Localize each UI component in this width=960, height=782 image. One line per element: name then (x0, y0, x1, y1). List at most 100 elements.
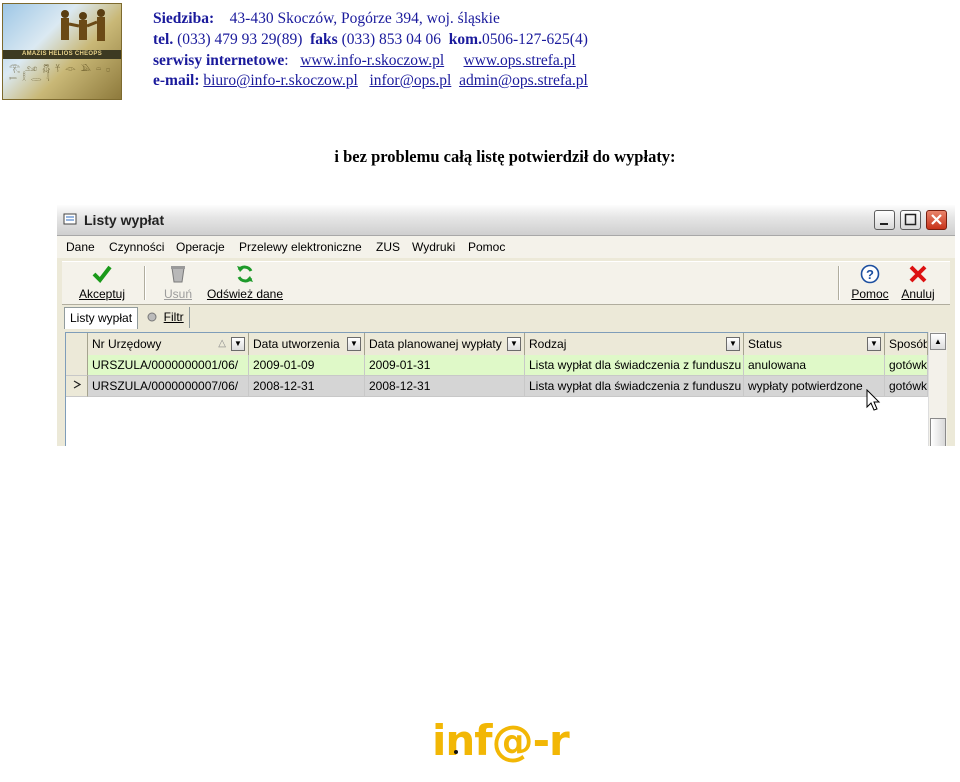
cell-kind[interactable]: Lista wypłat dla świadczenia z funduszu (525, 376, 744, 397)
filter-dropdown-icon[interactable]: ▼ (867, 337, 881, 351)
filter-dropdown-icon[interactable]: ▼ (347, 337, 361, 351)
maximize-icon (904, 213, 917, 226)
column-header-planned[interactable]: Data planowanej wypłaty ▼ (365, 333, 525, 355)
sort-ascending-icon: △ (218, 338, 226, 349)
cell-nr[interactable]: URSZULA/0000000001/06/ (88, 355, 249, 376)
column-label-status: Status (748, 337, 783, 351)
mobile-label: kom. (448, 31, 482, 48)
column-header-status[interactable]: Status ▼ (744, 333, 885, 355)
help-label: Pomoc (851, 287, 889, 301)
menu-przelewy[interactable]: Przelewy elektroniczne (239, 240, 362, 254)
minimize-button[interactable] (874, 210, 895, 230)
lists-grid: Nr Urzędowy △ ▼ Data utworzenia ▼ Data p… (65, 332, 929, 446)
cell-status[interactable]: anulowana (744, 355, 885, 376)
app-window: Listy wypłat Dane Czynności Operacje Prz… (57, 205, 955, 446)
menu-wydruki[interactable]: Wydruki (412, 240, 455, 254)
close-button[interactable] (926, 210, 947, 230)
row-selector[interactable] (66, 355, 88, 376)
toolbar: Akceptuj Usuń Odśwież dane ? Pomoc Anulu… (62, 261, 950, 305)
delete-button[interactable]: Usuń (158, 264, 198, 302)
cell-planned[interactable]: 2009-01-31 (365, 355, 525, 376)
web-link-info-r[interactable]: www.info-r.skoczow.pl (300, 52, 444, 69)
refresh-label: Odśwież dane (206, 287, 284, 301)
footer-logo: inf@-r (432, 716, 578, 770)
cell-status[interactable]: wypłaty potwierdzone (744, 376, 885, 397)
cell-created[interactable]: 2008-12-31 (249, 376, 365, 397)
fax-label: faks (310, 31, 338, 48)
mobile-text: 0506-127-625(4) (481, 31, 588, 48)
menu-pomoc[interactable]: Pomoc (468, 240, 505, 254)
cell-created[interactable]: 2009-01-09 (249, 355, 365, 376)
window-title: Listy wypłat (84, 212, 165, 228)
filter-dropdown-icon[interactable]: ▼ (507, 337, 521, 351)
menu-operacje[interactable]: Operacje (176, 240, 225, 254)
column-header-kind[interactable]: Rodzaj ▼ (525, 333, 744, 355)
header-address-line: Siedziba: 43-430 Skoczów, Pogórze 394, w… (153, 9, 500, 29)
column-header-nr[interactable]: Nr Urzędowy △ ▼ (88, 333, 249, 355)
logo-band-text: AMAZIS HELIOS CHEOPS (3, 50, 121, 59)
footer-dot (454, 750, 458, 754)
fax-text: (033) 853 04 06 (341, 31, 442, 48)
cancel-button[interactable]: Anuluj (896, 264, 940, 302)
email-link-infor[interactable]: infor@ops.pl (369, 72, 451, 89)
minimize-icon (880, 223, 888, 225)
menu-zus[interactable]: ZUS (376, 240, 400, 254)
menu-czynnosci[interactable]: Czynności (109, 240, 164, 254)
mouse-cursor-icon (866, 389, 881, 411)
scroll-up-icon[interactable]: ▲ (930, 333, 946, 350)
column-header-method[interactable]: Sposób (885, 333, 928, 355)
maximize-button[interactable] (900, 210, 921, 230)
cell-planned[interactable]: 2008-12-31 (365, 376, 525, 397)
grid-header-rowsel (66, 333, 88, 355)
menu-bar: Dane Czynności Operacje Przelewy elektro… (57, 236, 955, 258)
table-row[interactable]: URSZULA/0000000007/06/ 2008-12-31 2008-1… (66, 376, 928, 397)
refresh-icon (237, 265, 253, 283)
table-row[interactable]: URSZULA/0000000001/06/ 2009-01-09 2009-0… (66, 355, 928, 376)
header-email-line: e-mail: biuro@info-r.skoczow.pl infor@op… (153, 71, 588, 91)
column-header-created[interactable]: Data utworzenia ▼ (249, 333, 365, 355)
cell-method[interactable]: gotówk (885, 376, 928, 397)
checkmark-icon (92, 265, 112, 284)
tab-lists[interactable]: Listy wypłat (64, 307, 139, 329)
accept-button[interactable]: Akceptuj (72, 264, 132, 302)
menu-dane[interactable]: Dane (66, 240, 95, 254)
tel-text: (033) 479 93 29(89) (177, 31, 303, 48)
cell-kind[interactable]: Lista wypłat dla świadczenia z funduszu (525, 355, 744, 376)
seat-label: Siedziba: (153, 10, 215, 27)
refresh-button[interactable]: Odśwież dane (204, 264, 286, 302)
current-row-arrow-icon (73, 380, 81, 389)
help-button[interactable]: ? Pomoc (848, 264, 892, 302)
cell-nr[interactable]: URSZULA/0000000007/06/ (88, 376, 249, 397)
column-label-nr: Nr Urzędowy (92, 337, 162, 351)
scroll-thumb[interactable] (930, 418, 946, 446)
toolbar-separator (144, 266, 146, 300)
svg-text:?: ? (866, 267, 874, 282)
column-label-created: Data utworzenia (253, 337, 340, 351)
filter-dropdown-icon[interactable]: ▼ (726, 337, 740, 351)
tab-filter[interactable]: Filtr (142, 307, 190, 328)
web-label: serwisy internetowe (153, 52, 285, 69)
grid-header: Nr Urzędowy △ ▼ Data utworzenia ▼ Data p… (66, 333, 928, 356)
company-logo: AMAZIS HELIOS CHEOPS 𓂀 𓃭 𓆣 𓋹 𓁹 𓅓 𓏏 𓊪 𓍿 𓎛… (2, 3, 122, 100)
column-label-planned: Data planowanej wypłaty (369, 337, 502, 351)
logo-hieroglyphs: 𓂀 𓃭 𓆣 𓋹 𓁹 𓅓 𓏏 𓊪 𓍿 𓎛 𓂋 𓇋 (9, 64, 111, 84)
window-app-icon (63, 213, 77, 225)
filter-label: Filtr (163, 310, 184, 324)
vertical-scrollbar[interactable]: ▲ (928, 332, 947, 446)
web-colon: : (284, 52, 289, 69)
caption-text: i bez problemu całą listę potwierdził do… (334, 147, 676, 166)
column-label-kind: Rodzaj (529, 337, 567, 351)
address-text: 43-430 Skoczów, Pogórze 394, woj. śląski… (229, 10, 500, 27)
row-selector-current[interactable] (66, 376, 88, 397)
window-titlebar[interactable]: Listy wypłat (57, 205, 955, 236)
delete-label: Usuń (163, 287, 192, 301)
email-link-biuro[interactable]: biuro@info-r.skoczow.pl (203, 72, 357, 89)
web-link-ops[interactable]: www.ops.strefa.pl (464, 52, 576, 69)
cell-method[interactable]: gotówk (885, 355, 928, 376)
column-label-method: Sposób (889, 337, 928, 351)
filter-dropdown-icon[interactable]: ▼ (231, 337, 245, 351)
people-figures-icon (61, 9, 105, 41)
cancel-label: Anuluj (901, 287, 935, 301)
email-link-admin[interactable]: admin@ops.strefa.pl (459, 72, 588, 89)
cancel-x-icon (909, 265, 927, 283)
